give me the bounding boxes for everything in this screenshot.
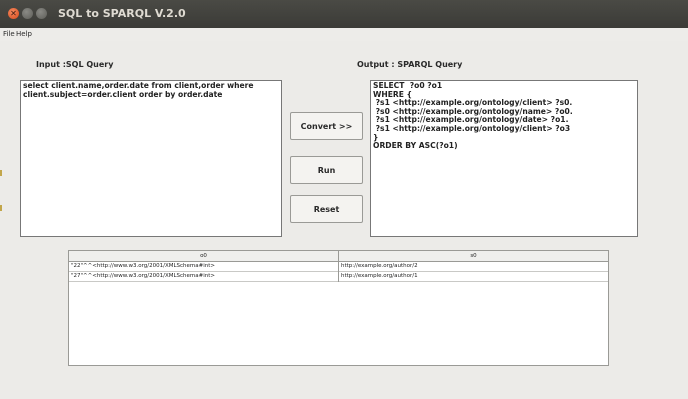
maximize-icon[interactable]: [36, 8, 47, 19]
run-button[interactable]: Run: [290, 156, 363, 184]
title-bar: ✕ SQL to SPARQL V.2.0: [0, 0, 688, 28]
window-edge-mark: [0, 205, 2, 211]
menu-file[interactable]: File: [3, 30, 15, 38]
column-header-o0[interactable]: o0: [69, 251, 339, 261]
convert-button[interactable]: Convert >>: [290, 112, 363, 140]
column-divider: [338, 262, 339, 282]
results-table[interactable]: o0 s0 "22"^^<http://www.w3.org/2001/XMLS…: [68, 250, 609, 366]
minimize-icon[interactable]: [22, 8, 33, 19]
table-cell: http://example.org/author/1: [341, 273, 418, 279]
table-cell: "22"^^<http://www.w3.org/2001/XMLSchema#…: [71, 263, 216, 269]
column-header-s0[interactable]: s0: [339, 251, 608, 261]
table-cell: "27"^^<http://www.w3.org/2001/XMLSchema#…: [71, 273, 216, 279]
window-edge-mark: [0, 170, 2, 176]
table-header: o0 s0: [69, 251, 608, 262]
input-label: Input :SQL Query: [36, 60, 114, 69]
output-label: Output : SPARQL Query: [357, 60, 463, 69]
menu-bar: File Help: [0, 28, 688, 41]
close-icon[interactable]: ✕: [8, 8, 19, 19]
reset-button[interactable]: Reset: [290, 195, 363, 223]
sql-query-input[interactable]: select client.name,order.date from clien…: [20, 80, 282, 237]
sparql-query-output[interactable]: SELECT ?o0 ?o1 WHERE { ?s1 <http://examp…: [370, 80, 638, 237]
window-title: SQL to SPARQL V.2.0: [58, 7, 186, 20]
menu-help[interactable]: Help: [16, 30, 32, 38]
table-cell: http://example.org/author/2: [341, 263, 418, 269]
